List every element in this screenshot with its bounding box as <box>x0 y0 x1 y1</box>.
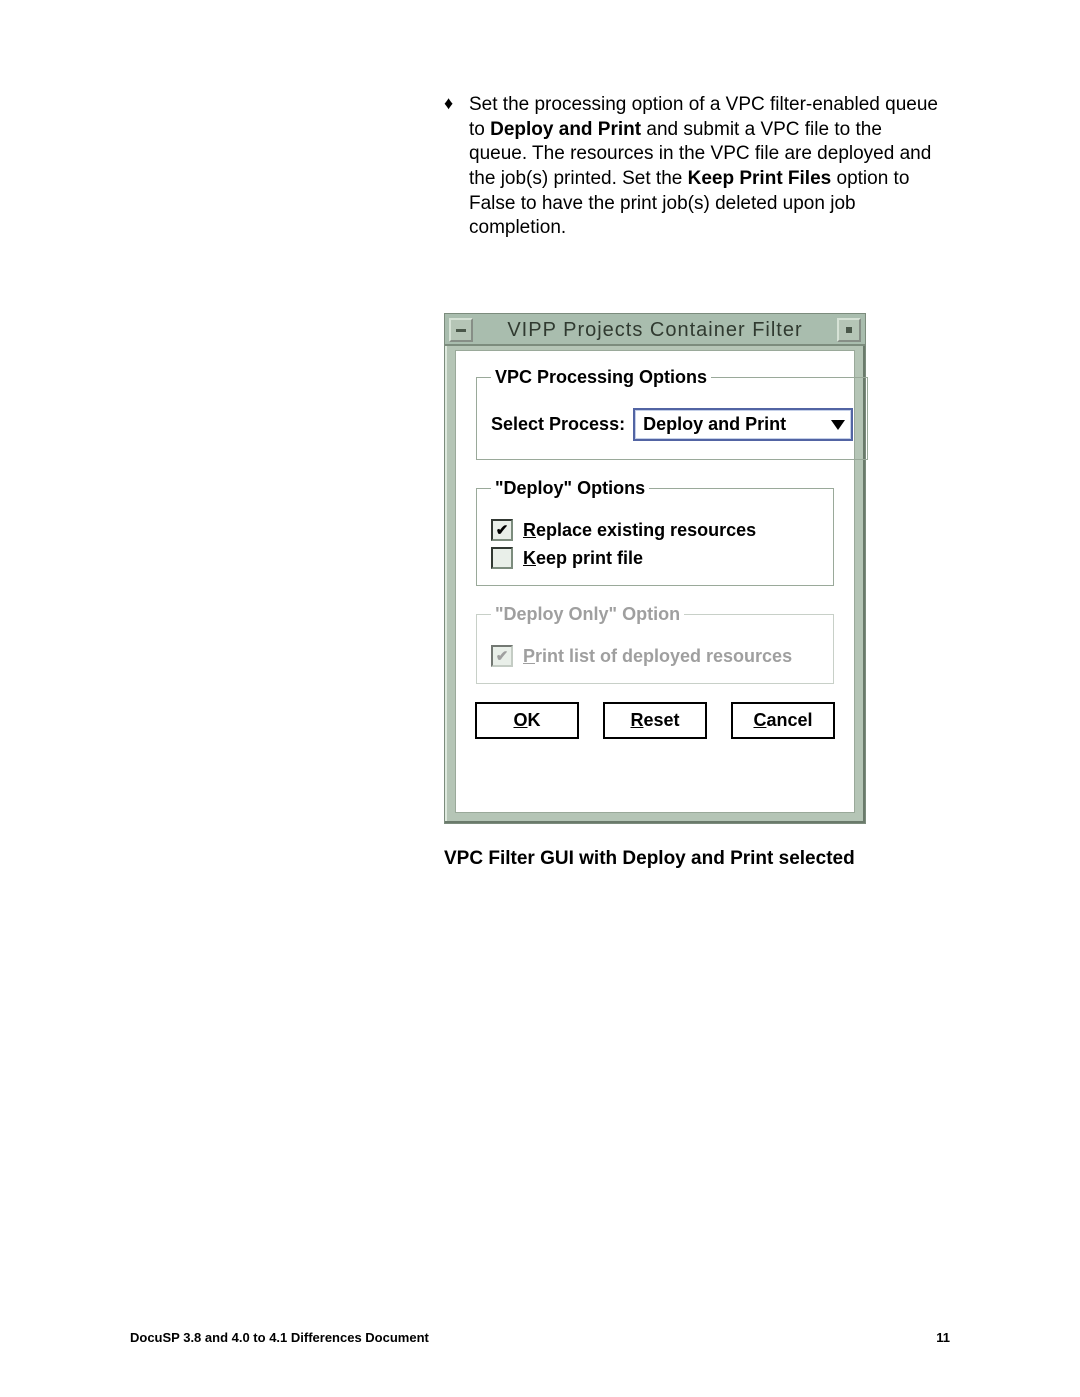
dialog-titlebar: VIPP Projects Container Filter <box>445 314 865 346</box>
select-process-dropdown[interactable]: Deploy and Print <box>633 408 853 441</box>
instruction-paragraph: Set the processing option of a VPC filte… <box>469 93 939 241</box>
window-minimize-icon[interactable] <box>837 318 861 342</box>
select-process-label: Select Process: <box>491 414 625 435</box>
cancel-rest: ancel <box>766 710 812 730</box>
document-page: ♦ Set the processing option of a VPC fil… <box>0 0 1080 1397</box>
ok-button[interactable]: OK <box>475 702 579 739</box>
footer-page-number: 11 <box>936 1330 950 1345</box>
group-processing-options: VPC Processing Options Select Process: D… <box>476 367 868 460</box>
dialog-body: VPC Processing Options Select Process: D… <box>455 350 855 813</box>
dialog-title: VIPP Projects Container Filter <box>473 319 837 342</box>
para-bold-1: Deploy and Print <box>490 119 641 140</box>
figure-caption: VPC Filter GUI with Deploy and Print sel… <box>444 848 855 870</box>
mnemonic-r: R <box>523 520 536 540</box>
checkbox-replace-existing[interactable]: Replace existing resources <box>491 519 819 541</box>
reset-rest: eset <box>643 710 679 730</box>
reset-button[interactable]: Reset <box>603 702 707 739</box>
mnemonic-c: C <box>753 710 766 730</box>
mnemonic-p: P <box>523 646 535 666</box>
chevron-down-icon <box>831 420 845 430</box>
group-deploy-only-option: "Deploy Only" Option Print list of deplo… <box>476 604 834 684</box>
footer-doc-title: DocuSP 3.8 and 4.0 to 4.1 Differences Do… <box>130 1330 429 1345</box>
vipp-filter-dialog: VIPP Projects Container Filter VPC Proce… <box>444 313 866 824</box>
print-list-deployed-label: rint list of deployed resources <box>535 646 792 666</box>
window-menu-icon[interactable] <box>449 318 473 342</box>
checkbox-icon <box>491 519 513 541</box>
cancel-button[interactable]: Cancel <box>731 702 835 739</box>
mnemonic-k: K <box>523 548 536 568</box>
dialog-button-row: OK Reset Cancel <box>476 702 834 739</box>
bullet-diamond-icon: ♦ <box>444 93 453 114</box>
group-deploy-only-legend: "Deploy Only" Option <box>491 604 684 625</box>
select-process-value: Deploy and Print <box>643 414 786 435</box>
group-deploy-legend: "Deploy" Options <box>491 478 649 499</box>
checkbox-print-list-deployed: Print list of deployed resources <box>491 645 819 667</box>
group-processing-legend: VPC Processing Options <box>491 367 711 388</box>
keep-print-file-label: eep print file <box>536 548 643 568</box>
checkbox-keep-print-file[interactable]: Keep print file <box>491 547 819 569</box>
para-bold-3: Keep Print Files <box>688 168 832 189</box>
replace-existing-label: eplace existing resources <box>536 520 756 540</box>
ok-rest: K <box>528 710 541 730</box>
mnemonic-reset: R <box>630 710 643 730</box>
mnemonic-o: O <box>513 710 527 730</box>
group-deploy-options: "Deploy" Options Replace existing resour… <box>476 478 834 586</box>
checkbox-icon <box>491 547 513 569</box>
checkbox-icon <box>491 645 513 667</box>
